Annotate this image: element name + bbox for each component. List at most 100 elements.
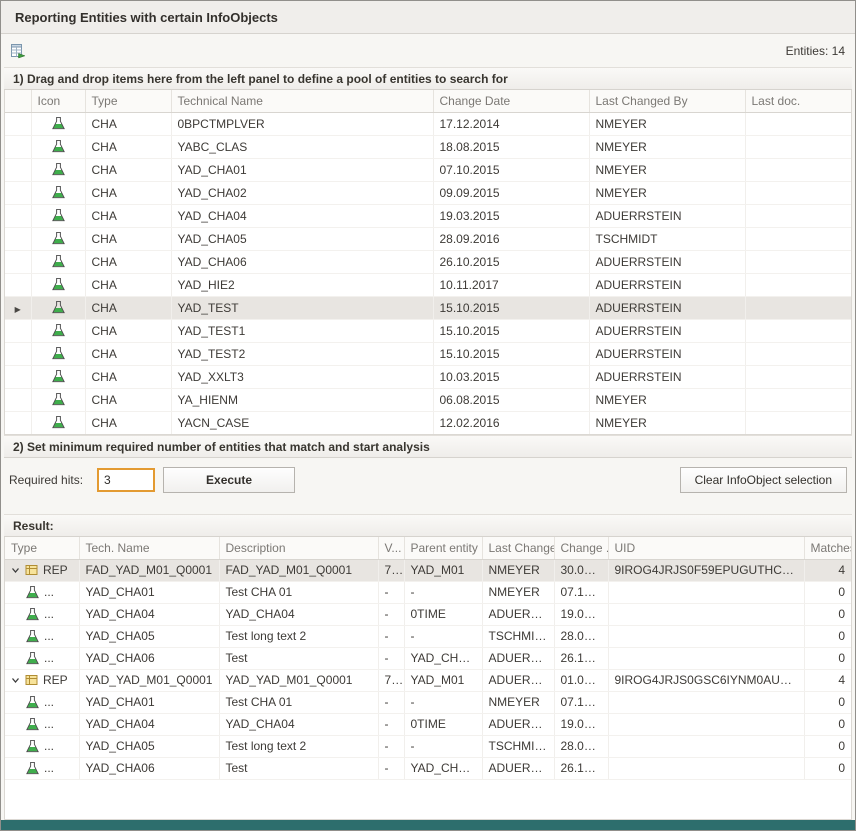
cell-last-changed-by: ADUERRSTE...	[482, 669, 554, 691]
entity-icon-cell	[31, 112, 85, 135]
row-selector-cell[interactable]	[5, 319, 31, 342]
export-table-icon[interactable]	[9, 42, 27, 60]
col-header-result-type[interactable]: Type	[5, 537, 79, 559]
entity-row[interactable]: CHAYAD_CHA0419.03.2015ADUERRSTEIN	[5, 204, 851, 227]
cell-change-date: 30.06.2...	[554, 559, 608, 581]
result-type-label: ...	[44, 651, 54, 665]
clear-infoobject-selection-button[interactable]: Clear InfoObject selection	[680, 467, 847, 493]
result-row[interactable]: ...YAD_CHA01Test CHA 01--NMEYER07.10.2..…	[5, 581, 851, 603]
entity-row[interactable]: CHAYAD_CHA0209.09.2015NMEYER	[5, 181, 851, 204]
cell-change-date: 15.10.2015	[433, 319, 589, 342]
col-header-type[interactable]: Type	[85, 90, 171, 112]
entity-row[interactable]: CHAYAD_CHA0626.10.2015ADUERRSTEIN	[5, 250, 851, 273]
characteristic-icon	[25, 739, 40, 754]
result-row[interactable]: REPFAD_YAD_M01_Q0001FAD_YAD_M01_Q00017.x…	[5, 559, 851, 581]
result-row[interactable]: ...YAD_CHA04YAD_CHA04-0TIMEADUERRSTE...1…	[5, 603, 851, 625]
row-selector-cell[interactable]	[5, 273, 31, 296]
col-header-tech-name[interactable]: Tech. Name	[79, 537, 219, 559]
cell-description: FAD_YAD_M01_Q0001	[219, 559, 378, 581]
col-header-last-change[interactable]: Last Change...	[482, 537, 554, 559]
current-row-marker-icon: ▶	[15, 305, 21, 314]
col-header-change[interactable]: Change ...	[554, 537, 608, 559]
cell-change-date: 28.09.2016	[433, 227, 589, 250]
cell-change-date: 15.10.2015	[433, 342, 589, 365]
row-selector-cell[interactable]	[5, 342, 31, 365]
result-type-cell: ...	[5, 691, 79, 713]
entity-row[interactable]: CHAYA_HIENM06.08.2015NMEYER	[5, 388, 851, 411]
col-header-matches[interactable]: Matches	[804, 537, 851, 559]
entity-row[interactable]: CHAYABC_CLAS18.08.2015NMEYER	[5, 135, 851, 158]
entity-row[interactable]: CHAYAD_HIE210.11.2017ADUERRSTEIN	[5, 273, 851, 296]
cell-description: Test	[219, 647, 378, 669]
col-header-parent-entity[interactable]: Parent entity	[404, 537, 482, 559]
result-type-label: ...	[44, 585, 54, 599]
entity-row[interactable]: CHAYAD_CHA0528.09.2016TSCHMIDT	[5, 227, 851, 250]
cell-change-date: 26.10.2...	[554, 757, 608, 779]
cell-technical-name: YABC_CLAS	[171, 135, 433, 158]
row-selector-cell[interactable]	[5, 365, 31, 388]
result-row[interactable]: ...YAD_CHA06Test-YAD_CHA01ADUERRSTE...26…	[5, 647, 851, 669]
row-selector-cell[interactable]	[5, 158, 31, 181]
characteristic-icon	[51, 415, 66, 430]
cell-last-doc	[745, 227, 851, 250]
cell-technical-name: YAD_CHA06	[171, 250, 433, 273]
col-header-last-doc[interactable]: Last doc.	[745, 90, 851, 112]
result-row[interactable]: ...YAD_CHA05Test long text 2--TSCHMIDT28…	[5, 625, 851, 647]
analysis-controls: Required hits: Execute Clear InfoObject …	[1, 458, 855, 502]
cell-matches: 0	[804, 647, 851, 669]
row-selector-cell[interactable]	[5, 388, 31, 411]
entity-row[interactable]: CHA0BPCTMPLVER17.12.2014NMEYER	[5, 112, 851, 135]
row-selector-cell[interactable]	[5, 135, 31, 158]
col-header-change-date[interactable]: Change Date	[433, 90, 589, 112]
row-selector-cell[interactable]	[5, 204, 31, 227]
entity-row[interactable]: ▶ CHAYAD_TEST15.10.2015ADUERRSTEIN	[5, 296, 851, 319]
cell-version: -	[378, 625, 404, 647]
cell-uid	[608, 603, 804, 625]
row-selector-cell[interactable]	[5, 227, 31, 250]
cell-uid	[608, 581, 804, 603]
row-selector-cell[interactable]	[5, 411, 31, 434]
entity-row[interactable]: CHAYAD_CHA0107.10.2015NMEYER	[5, 158, 851, 181]
result-row[interactable]: ...YAD_CHA05Test long text 2--TSCHMIDT28…	[5, 735, 851, 757]
cell-uid	[608, 735, 804, 757]
row-selector-cell[interactable]	[5, 250, 31, 273]
result-type-cell: ...	[5, 625, 79, 647]
execute-button[interactable]: Execute	[163, 467, 295, 493]
row-selector-cell[interactable]	[5, 112, 31, 135]
row-selector-cell[interactable]	[5, 181, 31, 204]
row-selector-cell[interactable]: ▶	[5, 296, 31, 319]
characteristic-icon	[51, 185, 66, 200]
entity-icon-cell	[31, 250, 85, 273]
col-header-uid[interactable]: UID	[608, 537, 804, 559]
result-row[interactable]: ...YAD_CHA01Test CHA 01--NMEYER07.10.2..…	[5, 691, 851, 713]
col-header-version[interactable]: V...	[378, 537, 404, 559]
cell-last-doc	[745, 158, 851, 181]
entity-icon-cell	[31, 319, 85, 342]
entity-icon-cell	[31, 365, 85, 388]
cell-parent-entity: YAD_M01	[404, 559, 482, 581]
expand-chevron-icon[interactable]	[11, 676, 21, 685]
required-hits-input[interactable]	[97, 468, 155, 492]
cell-uid	[608, 691, 804, 713]
characteristic-icon	[51, 139, 66, 154]
entity-row[interactable]: CHAYAD_TEST215.10.2015ADUERRSTEIN	[5, 342, 851, 365]
col-header-technical-name[interactable]: Technical Name	[171, 90, 433, 112]
result-row[interactable]: REPYAD_YAD_M01_Q0001YAD_YAD_M01_Q00017.x…	[5, 669, 851, 691]
cell-last-changed-by: ADUERRSTEIN	[589, 296, 745, 319]
entity-row[interactable]: CHAYAD_TEST115.10.2015ADUERRSTEIN	[5, 319, 851, 342]
cell-version: -	[378, 691, 404, 713]
result-row[interactable]: ...YAD_CHA04YAD_CHA04-0TIMEADUERRSTE...1…	[5, 713, 851, 735]
entity-row[interactable]: CHAYACN_CASE12.02.2016NMEYER	[5, 411, 851, 434]
cell-last-changed-by: ADUERRSTE...	[482, 713, 554, 735]
col-header-last-changed-by[interactable]: Last Changed By	[589, 90, 745, 112]
expand-chevron-icon[interactable]	[11, 566, 21, 575]
cell-type: CHA	[85, 342, 171, 365]
cell-last-doc	[745, 273, 851, 296]
entity-row[interactable]: CHAYAD_XXLT310.03.2015ADUERRSTEIN	[5, 365, 851, 388]
col-header-icon[interactable]: Icon	[31, 90, 85, 112]
result-row[interactable]: ...YAD_CHA06Test-YAD_CHA01ADUERRSTE...26…	[5, 757, 851, 779]
col-header-description[interactable]: Description	[219, 537, 378, 559]
characteristic-icon	[51, 162, 66, 177]
cell-type: CHA	[85, 158, 171, 181]
characteristic-icon	[25, 717, 40, 732]
